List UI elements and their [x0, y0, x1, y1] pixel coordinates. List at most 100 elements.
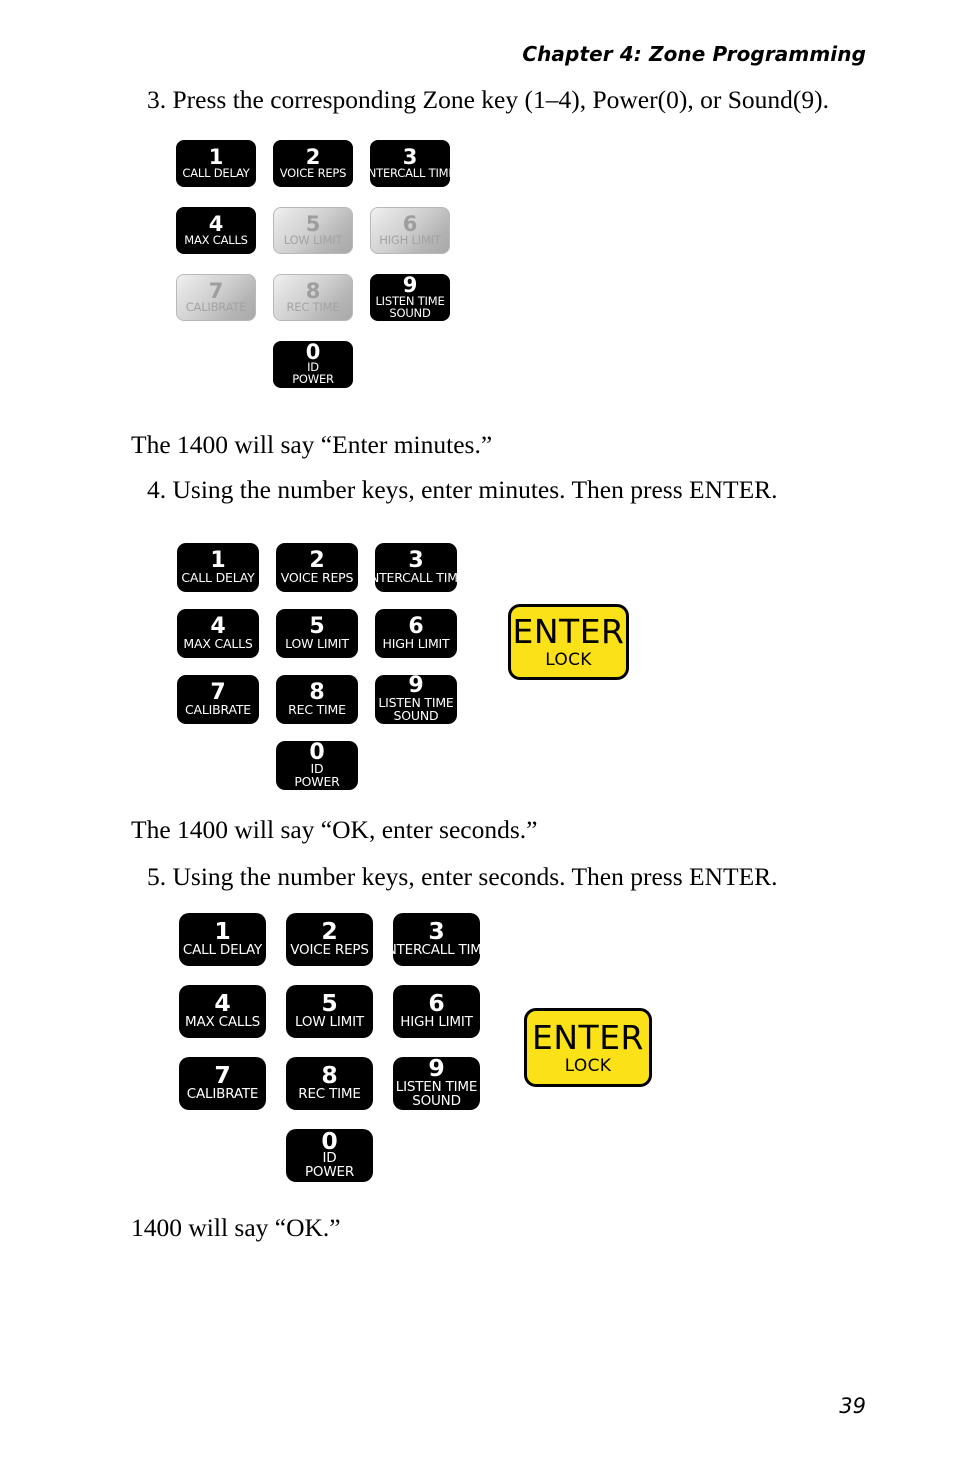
key-digit: 3: [402, 144, 418, 169]
key-label-secondary: SOUND: [412, 1092, 461, 1109]
key-digit: 6: [408, 613, 424, 639]
key-label: HIGH LIMIT: [382, 635, 450, 651]
key-digit: 5: [305, 211, 321, 236]
key-digit: 5: [309, 613, 325, 639]
key-6[interactable]: 6 HIGH LIMIT: [393, 985, 480, 1038]
key-5[interactable]: 5 LOW LIMIT: [276, 609, 358, 658]
key-digit: 9: [428, 1057, 445, 1083]
enter-key-label: ENTER: [512, 612, 625, 651]
keypad-step5[interactable]: 1CALL DELAY 2VOICE REPS 3INTERCALL TIME 4MA…: [179, 913, 480, 1182]
key-digit: 1: [210, 547, 226, 573]
key-label: INTERCALL TIME: [370, 165, 450, 180]
lock-key-label: LOCK: [564, 1055, 612, 1076]
key-label-secondary: POWER: [304, 1164, 355, 1181]
key-5: 5 LOW LIMIT: [273, 207, 353, 254]
key-label: REC TIME: [286, 299, 340, 314]
key-label-secondary: SOUND: [389, 305, 431, 320]
key-4[interactable]: 4 MAX CALLS: [176, 207, 256, 254]
key-2[interactable]: 2 VOICE REPS: [286, 913, 373, 966]
step-4-text: 4. Using the number keys, enter minutes.…: [147, 475, 778, 504]
lock-key-label: LOCK: [545, 650, 592, 670]
key-3[interactable]: 3INTERCALL TIME: [370, 140, 450, 187]
key-6[interactable]: 6 HIGH LIMIT: [375, 609, 457, 658]
key-label: LOW LIMIT: [285, 635, 349, 651]
key-9[interactable]: 9 LISTEN TIME SOUND: [370, 274, 450, 321]
key-1[interactable]: 1 CALL DELAY: [176, 140, 256, 187]
key-0[interactable]: 0 ID POWER: [273, 341, 353, 388]
key-label-secondary: POWER: [292, 372, 334, 386]
step-3-text: 3. Press the corresponding Zone key (1–4…: [147, 85, 829, 114]
key-label: CALIBRATE: [185, 701, 251, 717]
key-8[interactable]: 8 REC TIME: [286, 1057, 373, 1110]
key-4[interactable]: 4 MAX CALLS: [177, 609, 259, 658]
key-7[interactable]: 7 CALIBRATE: [177, 675, 259, 724]
key-label: LOW LIMIT: [295, 1013, 364, 1030]
key-digit: 9: [402, 274, 418, 297]
note-ok: 1400 will say “OK.”: [131, 1213, 341, 1242]
key-label: REC TIME: [288, 701, 346, 717]
running-head: Chapter 4: Zone Programming: [522, 42, 866, 66]
key-label: INTERCALL TIME: [393, 941, 480, 958]
key-label: HIGH LIMIT: [400, 1013, 473, 1030]
key-label: VOICE REPS: [280, 569, 354, 585]
key-2[interactable]: 2 VOICE REPS: [273, 140, 353, 187]
key-9[interactable]: 9 LISTEN TIME SOUND: [393, 1057, 480, 1110]
key-digit: 9: [408, 675, 424, 699]
step-5-text: 5. Using the number keys, enter seconds.…: [147, 862, 778, 891]
key-digit: 4: [210, 613, 226, 639]
key-7: 7 CALIBRATE: [176, 274, 256, 321]
key-label: VOICE REPS: [290, 941, 369, 958]
key-digit: 1: [208, 144, 224, 169]
enter-key-label: ENTER: [532, 1017, 644, 1057]
key-0[interactable]: 0 ID POWER: [286, 1129, 373, 1182]
key-5[interactable]: 5 LOW LIMIT: [286, 985, 373, 1038]
key-digit: 7: [214, 1061, 231, 1090]
note-ok-enter-seconds: The 1400 will say “OK, enter seconds.”: [131, 815, 538, 844]
key-3[interactable]: 3INTERCALL TIME: [375, 543, 457, 592]
key-digit: 4: [208, 211, 224, 236]
note-enter-minutes: The 1400 will say “Enter minutes.”: [131, 430, 493, 459]
key-digit: 2: [309, 547, 325, 573]
key-label: CALIBRATE: [186, 1085, 259, 1102]
key-0[interactable]: 0 ID POWER: [276, 741, 358, 790]
key-digit: 6: [402, 211, 418, 236]
document-page: Chapter 4: Zone Programming 3. Press the…: [0, 0, 954, 1475]
key-digit: 8: [305, 278, 321, 303]
key-4[interactable]: 4 MAX CALLS: [179, 985, 266, 1038]
key-label: REC TIME: [298, 1085, 361, 1102]
key-digit: 7: [210, 679, 226, 705]
key-digit: 1: [214, 917, 231, 946]
enter-lock-key-step4[interactable]: ENTER LOCK: [508, 604, 629, 680]
key-digit: 4: [214, 989, 231, 1018]
key-digit: 3: [428, 917, 445, 946]
key-label: CALL DELAY: [182, 941, 263, 958]
key-label-secondary: POWER: [294, 773, 340, 789]
key-label: CALL DELAY: [182, 165, 250, 180]
key-digit: 2: [321, 917, 338, 946]
keypad-step4[interactable]: 1CALL DELAY 2VOICE REPS 3INTERCALL TIME 4MA…: [177, 543, 457, 790]
keypad-step3[interactable]: 1CALL DELAY 2VOICE REPS 3INTERCALL TIME 4MA…: [176, 140, 450, 388]
key-label-secondary: SOUND: [393, 708, 439, 723]
key-8[interactable]: 8 REC TIME: [276, 675, 358, 724]
key-8: 8 REC TIME: [273, 274, 353, 321]
key-label: VOICE REPS: [279, 165, 347, 180]
enter-lock-key-step5[interactable]: ENTER LOCK: [524, 1008, 652, 1087]
key-digit: 8: [309, 679, 325, 705]
key-3[interactable]: 3INTERCALL TIME: [393, 913, 480, 966]
page-number: 39: [839, 1394, 866, 1418]
key-digit: 6: [428, 989, 445, 1018]
key-label: CALL DELAY: [181, 569, 255, 585]
key-2[interactable]: 2 VOICE REPS: [276, 543, 358, 592]
key-label: INTERCALL TIME: [375, 569, 457, 585]
key-digit: 3: [408, 547, 424, 573]
key-digit: 7: [208, 278, 224, 303]
key-label: HIGH LIMIT: [379, 232, 441, 247]
key-1[interactable]: 1 CALL DELAY: [179, 913, 266, 966]
key-label: MAX CALLS: [184, 232, 248, 247]
key-digit: 5: [321, 989, 338, 1018]
key-9[interactable]: 9 LISTEN TIME SOUND: [375, 675, 457, 724]
key-label: MAX CALLS: [185, 1013, 260, 1030]
key-7[interactable]: 7 CALIBRATE: [179, 1057, 266, 1110]
key-label: LOW LIMIT: [283, 232, 343, 247]
key-1[interactable]: 1 CALL DELAY: [177, 543, 259, 592]
